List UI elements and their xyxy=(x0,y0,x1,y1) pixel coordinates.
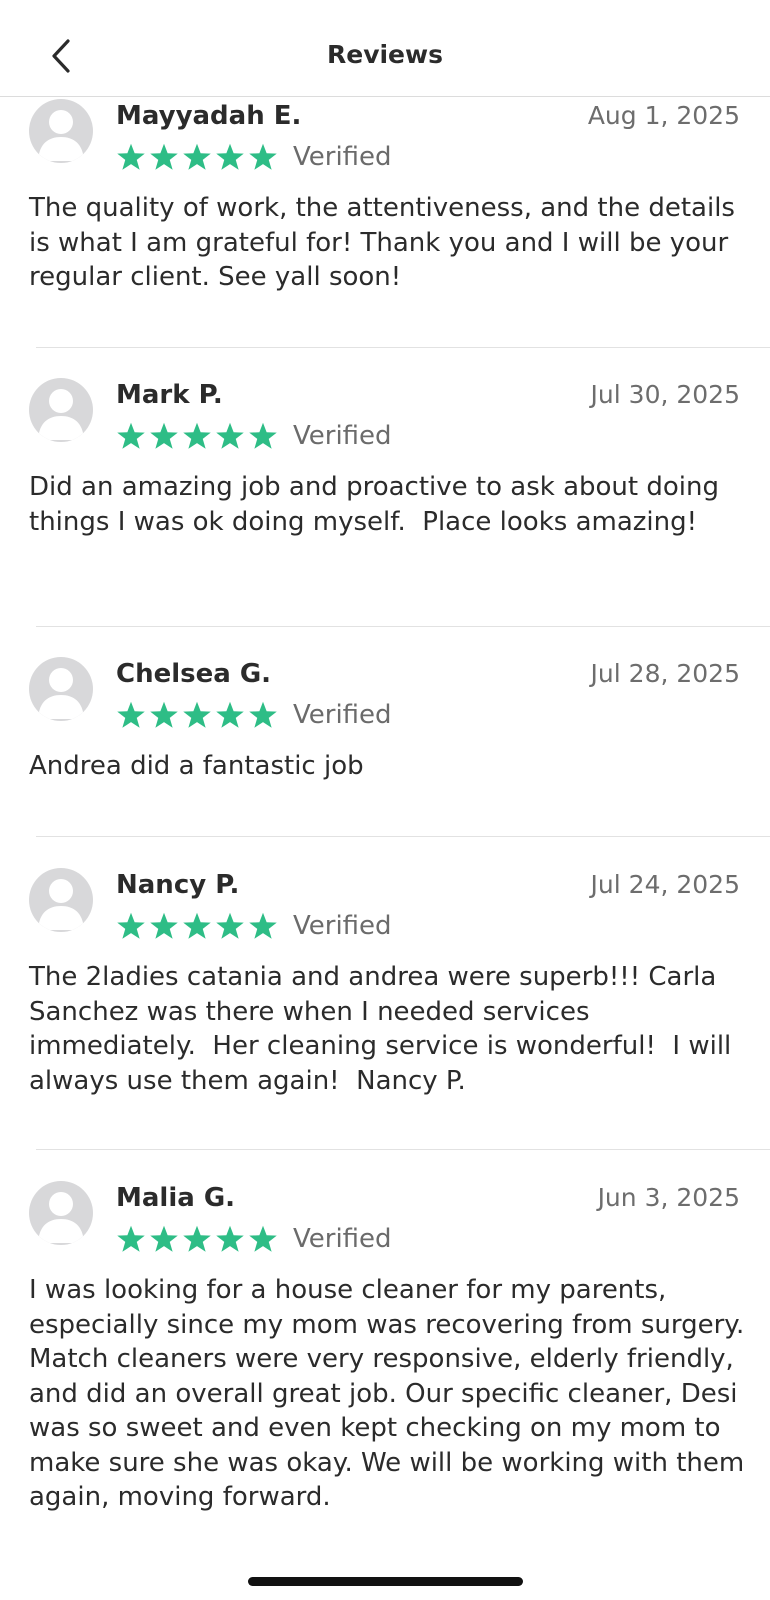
reviewer-name: Chelsea G. xyxy=(116,659,272,689)
review-date: Aug 1, 2025 xyxy=(587,101,740,130)
star-icon xyxy=(150,143,178,170)
rating-row: Verified xyxy=(116,418,392,454)
star-icon xyxy=(249,701,277,728)
verified-label: Verified xyxy=(293,911,392,941)
home-indicator xyxy=(248,1577,523,1586)
star-icon xyxy=(150,912,178,939)
star-icon xyxy=(183,1225,211,1252)
star-icon xyxy=(216,1225,244,1252)
reviewer-name: Mayyadah E. xyxy=(116,101,302,131)
star-rating xyxy=(116,912,281,941)
reviewer-name: Mark P. xyxy=(116,380,223,410)
page-title: Reviews xyxy=(326,40,443,69)
star-icon xyxy=(117,422,145,449)
verified-label: Verified xyxy=(293,700,392,730)
star-rating xyxy=(116,422,281,451)
review-divider xyxy=(36,1149,770,1150)
star-icon xyxy=(183,912,211,939)
star-icon xyxy=(216,701,244,728)
star-icon xyxy=(249,912,277,939)
star-icon xyxy=(183,701,211,728)
review-divider xyxy=(36,626,770,627)
star-icon xyxy=(216,143,244,170)
star-icon xyxy=(117,701,145,728)
star-rating xyxy=(116,701,281,730)
verified-label: Verified xyxy=(293,1224,392,1254)
star-rating xyxy=(116,1225,281,1254)
avatar-placeholder-icon xyxy=(29,1181,93,1245)
rating-row: Verified xyxy=(116,908,392,944)
star-icon xyxy=(183,143,211,170)
star-icon xyxy=(117,143,145,170)
star-rating xyxy=(116,143,281,172)
review-divider xyxy=(36,836,770,837)
star-icon xyxy=(117,912,145,939)
star-icon xyxy=(150,422,178,449)
rating-row: Verified xyxy=(116,1221,392,1257)
star-icon xyxy=(150,1225,178,1252)
reviewer-name: Nancy P. xyxy=(116,870,240,900)
review-divider xyxy=(36,347,770,348)
review-date: Jun 3, 2025 xyxy=(597,1183,740,1212)
review-text: Andrea did a fantastic job xyxy=(29,751,364,781)
star-icon xyxy=(249,143,277,170)
star-icon xyxy=(249,1225,277,1252)
avatar-placeholder-icon xyxy=(29,378,93,442)
avatar-placeholder-icon xyxy=(29,657,93,721)
rating-row: Verified xyxy=(116,697,392,733)
review-text: The quality of work, the attentiveness, … xyxy=(29,193,744,292)
review-date: Jul 24, 2025 xyxy=(590,870,740,899)
rating-row: Verified xyxy=(116,139,392,175)
review-date: Jul 30, 2025 xyxy=(590,380,740,409)
verified-label: Verified xyxy=(293,142,392,172)
reviewer-name: Malia G. xyxy=(116,1183,236,1213)
star-icon xyxy=(249,422,277,449)
review-date: Jul 28, 2025 xyxy=(590,659,740,688)
star-icon xyxy=(150,701,178,728)
review-text: I was looking for a house cleaner for my… xyxy=(29,1275,753,1512)
avatar-placeholder-icon xyxy=(29,868,93,932)
nav-header: Reviews xyxy=(0,0,770,97)
star-icon xyxy=(183,422,211,449)
star-icon xyxy=(216,912,244,939)
review-text: Did an amazing job and proactive to ask … xyxy=(29,472,728,537)
star-icon xyxy=(117,1225,145,1252)
star-icon xyxy=(216,422,244,449)
avatar-placeholder-icon xyxy=(29,99,93,163)
review-text: The 2ladies catania and andrea were supe… xyxy=(29,962,740,1096)
verified-label: Verified xyxy=(293,421,392,451)
